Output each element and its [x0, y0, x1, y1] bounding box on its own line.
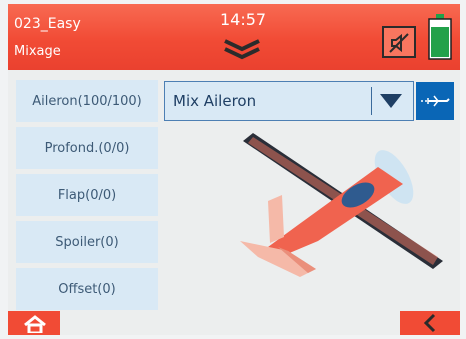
back-button[interactable]	[400, 311, 460, 335]
home-button[interactable]	[8, 311, 60, 335]
model-name: 023_Easy	[14, 16, 81, 32]
mix-type-select[interactable]: Mix Aileron	[164, 81, 414, 121]
battery-icon	[428, 14, 452, 60]
sidebar-item-flap[interactable]: Flap(0/0)	[16, 174, 158, 216]
chevron-left-icon	[423, 313, 436, 333]
mixage-screen: 023_Easy Mixage 14:57 Aileron(100/100) P…	[8, 4, 460, 335]
screen-title: Mixage	[14, 44, 61, 59]
home-icon	[24, 315, 46, 333]
sidebar-item-profond[interactable]: Profond.(0/0)	[16, 127, 158, 169]
clock: 14:57	[220, 10, 267, 29]
sound-toggle-button[interactable]	[382, 26, 416, 58]
sidebar-item-offset[interactable]: Offset(0)	[16, 268, 158, 310]
sidebar-item-spoiler[interactable]: Spoiler(0)	[16, 221, 158, 263]
speaker-muted-icon	[389, 33, 409, 53]
header-bar: 023_Easy Mixage 14:57	[8, 4, 460, 70]
plane-view-button[interactable]	[416, 82, 454, 120]
double-chevron-down-icon[interactable]	[222, 38, 262, 60]
airplane-illustration	[240, 133, 443, 277]
mix-sidebar: Aileron(100/100) Profond.(0/0) Flap(0/0)…	[16, 80, 158, 315]
dropdown-arrow-icon[interactable]	[380, 94, 402, 108]
mix-type-value: Mix Aileron	[173, 92, 257, 110]
airplane-icon	[421, 95, 450, 107]
sidebar-item-aileron[interactable]: Aileron(100/100)	[16, 80, 158, 122]
select-divider	[371, 87, 372, 115]
